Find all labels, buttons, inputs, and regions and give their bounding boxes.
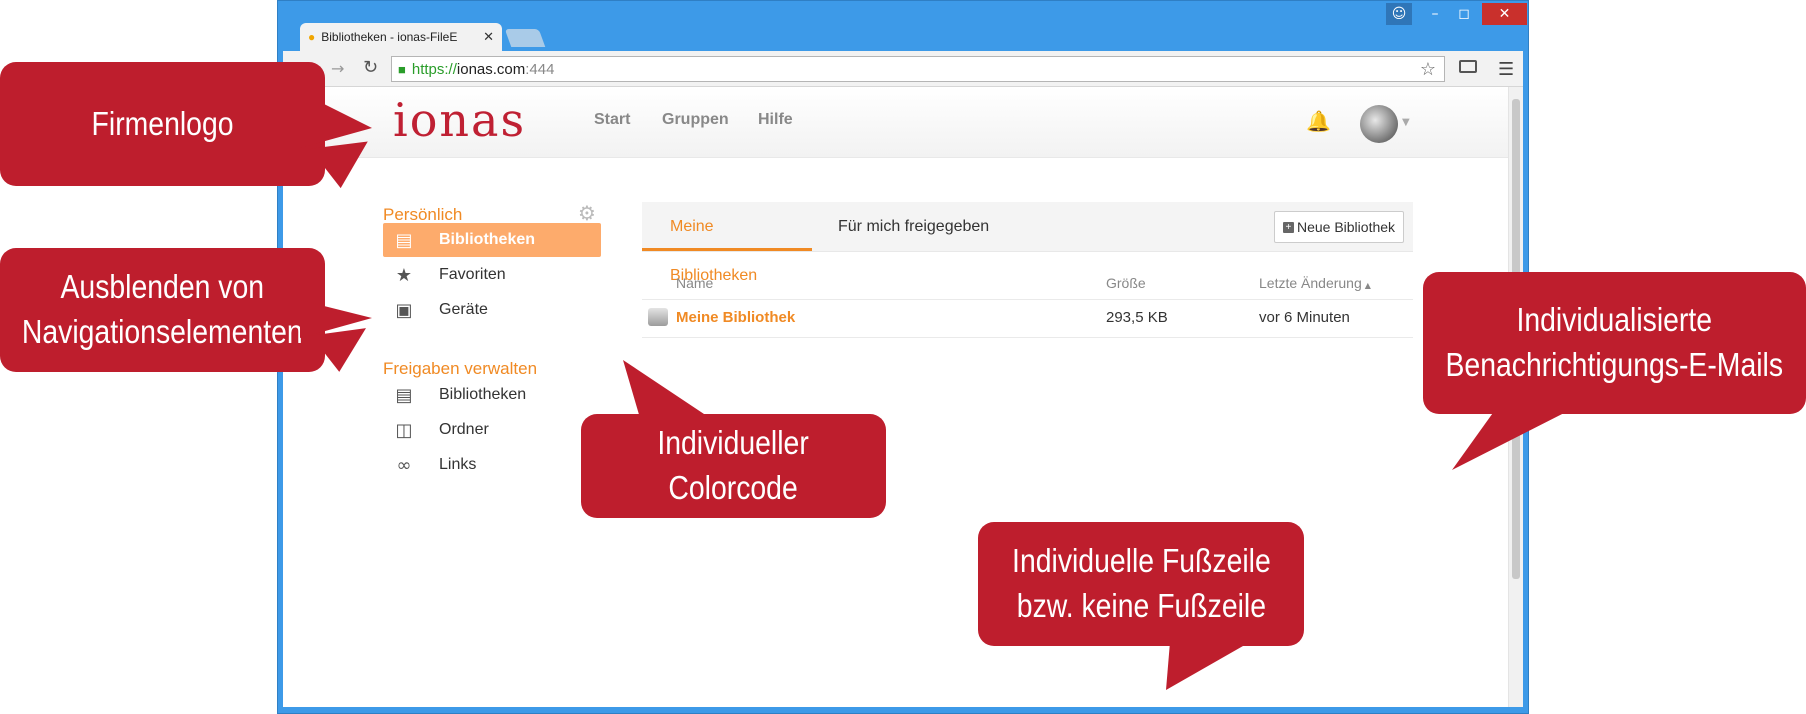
reload-icon[interactable]: ↻ — [363, 57, 378, 78]
callout-emails: Individualisierte Benachrichtigungs-E-Ma… — [1423, 272, 1806, 414]
table-row[interactable]: Meine Bibliothek 293,5 KB vor 6 Minuten — [642, 299, 1413, 338]
callout-firmenlogo: Firmenlogo — [0, 62, 325, 186]
callout-colorcode: Individueller Colorcode — [581, 414, 886, 518]
sidebar-item-label: Geräte — [439, 301, 488, 318]
folder-icon: ◫ — [395, 419, 413, 441]
callout-line: Colorcode — [668, 469, 799, 506]
library-icon: ▤ — [395, 384, 413, 406]
close-icon[interactable]: ✕ — [1482, 3, 1527, 25]
sidebar-item-share-links[interactable]: ∞ Links — [383, 448, 601, 482]
column-name[interactable]: Name — [676, 275, 713, 291]
avatar[interactable] — [1360, 105, 1398, 143]
tab-close-icon[interactable]: ✕ — [483, 29, 494, 45]
column-size[interactable]: Größe — [1106, 275, 1146, 291]
maximize-icon[interactable]: ◻ — [1450, 3, 1478, 25]
bookmark-star-icon[interactable]: ☆ — [1420, 59, 1436, 80]
sidebar-item-geraete[interactable]: ▣ Geräte — [383, 293, 601, 327]
browser-tab[interactable]: ● Bibliotheken - ionas-FileE ✕ — [300, 23, 502, 51]
callout-line: Individueller — [657, 424, 810, 462]
page-viewport: ionas Start Gruppen Hilfe 🔔 ▼ Persönlich… — [283, 87, 1523, 707]
sidebar-item-label: Bibliotheken — [439, 386, 527, 403]
callout-line: Individualisierte — [1516, 301, 1713, 339]
sidebar-item-label: Ordner — [439, 421, 489, 438]
sort-asc-icon: ▲ — [1364, 281, 1371, 290]
minimize-icon[interactable]: – — [1421, 3, 1449, 25]
row-size: 293,5 KB — [1106, 309, 1168, 326]
plus-icon: + — [1282, 221, 1294, 233]
sidebar-item-bibliotheken[interactable]: ▤ Bibliotheken — [383, 223, 601, 257]
sidebar-heading-personal: Persönlich — [383, 205, 463, 224]
sidebar-item-label: Bibliotheken — [439, 231, 536, 248]
browser-window: ☺ – ◻ ✕ ● Bibliotheken - ionas-FileE ✕ ←… — [277, 0, 1529, 714]
favicon-icon: ● — [308, 30, 316, 44]
monitor-icon: ▣ — [395, 299, 413, 321]
url-port: :444 — [525, 60, 555, 78]
library-icon: ▤ — [395, 229, 413, 251]
cast-icon[interactable] — [1459, 60, 1477, 73]
row-last-changed: vor 6 Minuten — [1259, 309, 1350, 326]
callout-line: Benachrichtigungs-E-Mails — [1445, 346, 1784, 383]
callout-line: Individuelle Fußzeile — [1011, 542, 1271, 580]
callout-navigation: Ausblenden von Navigationselementen — [0, 248, 325, 372]
sidebar-heading-shares: Freigaben verwalten — [383, 359, 538, 378]
notification-bell-icon[interactable]: 🔔 — [1306, 109, 1331, 133]
new-library-label: Neue Bibliothek — [1296, 219, 1396, 235]
url-scheme: https:// — [411, 60, 457, 78]
callout-line: bzw. keine Fußzeile — [1016, 587, 1266, 624]
sidebar-item-label: Favoriten — [439, 266, 506, 283]
menu-icon[interactable]: ☰ — [1498, 59, 1514, 80]
new-tab-button[interactable] — [504, 29, 546, 47]
new-library-button[interactable]: + Neue Bibliothek — [1274, 211, 1404, 243]
tab-meine-bibliotheken[interactable]: Meine Bibliotheken — [642, 202, 812, 284]
address-bar[interactable]: ■ https:// ionas.com :444 ☆ — [391, 56, 1445, 82]
tab-fuer-mich-freigegeben[interactable]: Für mich freigegeben — [810, 202, 1017, 251]
url-host: ionas.com — [456, 60, 526, 78]
sidebar-item-share-ordner[interactable]: ◫ Ordner — [383, 413, 601, 447]
browser-toolbar: ← → ↻ ■ https:// ionas.com :444 ☆ ☰ — [283, 51, 1523, 87]
row-name-link[interactable]: Meine Bibliothek — [676, 309, 795, 326]
content-tabbar: Meine Bibliotheken Für mich freigegeben … — [642, 202, 1413, 284]
callout-line: Firmenlogo — [91, 104, 234, 142]
chevron-down-icon[interactable]: ▼ — [1402, 117, 1410, 128]
callout-line: Ausblenden von — [60, 268, 265, 306]
table-header: Name Größe Letzte Änderung ▲ — [642, 265, 1413, 300]
sidebar-item-label: Links — [439, 456, 477, 473]
lock-icon: ■ — [398, 61, 406, 77]
column-last-changed-label: Letzte Änderung — [1259, 275, 1362, 291]
nav-gruppen[interactable]: Gruppen — [662, 111, 729, 129]
company-logo[interactable]: ionas — [393, 93, 526, 147]
callout-footer: Individuelle Fußzeile bzw. keine Fußzeil… — [978, 522, 1304, 646]
star-icon: ★ — [395, 264, 413, 286]
sidebar-item-favoriten[interactable]: ★ Favoriten — [383, 258, 601, 292]
nav-start[interactable]: Start — [594, 111, 630, 129]
callout-line: Navigationselementen — [22, 313, 303, 350]
link-icon: ∞ — [396, 454, 412, 476]
app-header: ionas Start Gruppen Hilfe 🔔 ▼ — [283, 87, 1509, 158]
column-last-changed[interactable]: Letzte Änderung ▲ — [1259, 275, 1371, 291]
gear-icon[interactable]: ⚙ — [578, 201, 596, 225]
user-icon[interactable]: ☺ — [1386, 3, 1412, 25]
tab-title: Bibliotheken - ionas-FileE — [321, 30, 458, 44]
nav-hilfe[interactable]: Hilfe — [758, 111, 793, 129]
forward-icon[interactable]: → — [331, 59, 344, 78]
library-icon — [648, 308, 668, 326]
sidebar-item-share-bibliotheken[interactable]: ▤ Bibliotheken — [383, 378, 601, 412]
